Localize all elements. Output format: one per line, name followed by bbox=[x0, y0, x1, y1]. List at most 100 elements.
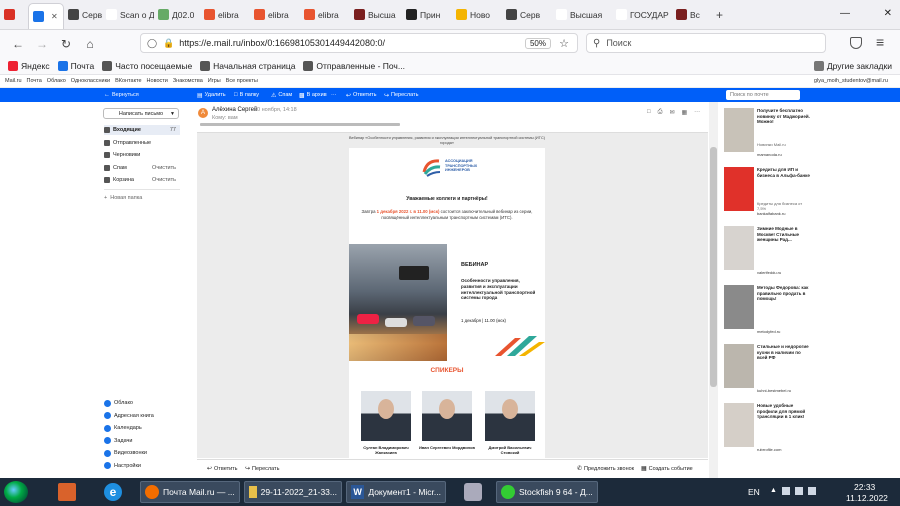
scrollbar-thumb[interactable] bbox=[710, 147, 717, 387]
scrollbar[interactable] bbox=[709, 102, 718, 478]
ad-item[interactable]: Методы Федорова: как правильно продать в… bbox=[724, 285, 810, 339]
browser-tab[interactable]: elibra bbox=[300, 0, 350, 29]
delete-button[interactable]: ▤ Удалить bbox=[197, 92, 226, 99]
browser-tab[interactable]: Высша bbox=[350, 0, 402, 29]
browser-tab[interactable]: Д02.0 bbox=[154, 0, 200, 29]
more-icon[interactable]: ··· bbox=[694, 109, 700, 116]
zoom-level[interactable]: 50% bbox=[524, 37, 551, 49]
folder-count[interactable]: Очистить bbox=[152, 177, 176, 183]
folder-item[interactable]: Спам Очистить bbox=[104, 163, 180, 173]
app-item[interactable]: Видеозвонки bbox=[104, 448, 147, 458]
footer-forward-button[interactable]: ↪ Переслать bbox=[245, 465, 279, 473]
ad-item[interactable]: Новые удобные профили для прямой трансля… bbox=[724, 403, 810, 457]
sender-name[interactable]: Алёхина Сергей bbox=[212, 107, 257, 113]
more-button[interactable]: ··· bbox=[331, 92, 337, 98]
home-icon[interactable]: ⌂ bbox=[80, 34, 100, 54]
star-icon[interactable]: ☆ bbox=[559, 37, 569, 50]
taskbar-item-firefox[interactable]: Почта Mail.ru — ... bbox=[140, 481, 240, 503]
portal-link[interactable]: Все проекты bbox=[226, 78, 258, 84]
bookmark-item[interactable]: Почта bbox=[57, 60, 94, 71]
volume-icon[interactable] bbox=[807, 487, 816, 495]
user-email[interactable]: glya_moih_studentov@mail.ru bbox=[814, 78, 888, 84]
forward-button[interactable]: → bbox=[32, 34, 52, 54]
bookmark-icon[interactable]: □ bbox=[647, 109, 651, 116]
browser-tab[interactable]: Высшая bbox=[552, 0, 612, 29]
clock-date[interactable]: 11.12.2022 bbox=[846, 493, 888, 503]
portal-link[interactable]: ВКонтакте bbox=[115, 78, 141, 84]
portal-link[interactable]: Облако bbox=[47, 78, 66, 84]
taskbar-item-folder[interactable]: 29-11-2022_21-33... bbox=[244, 481, 342, 503]
folder-item[interactable]: Черновики bbox=[104, 150, 180, 160]
offer-call-button[interactable]: ✆ Предложить звонок bbox=[577, 465, 634, 473]
browser-tab[interactable]: Scan o ДГ bbox=[102, 0, 154, 29]
back-to-inbox-button[interactable]: ← Вернуться bbox=[104, 92, 139, 98]
url-bar[interactable]: ◯ 🔒 https://e.mail.ru/inbox/0:1669810530… bbox=[140, 33, 578, 53]
browser-tab[interactable]: Ново bbox=[452, 0, 502, 29]
portal-link[interactable]: Почта bbox=[27, 78, 42, 84]
app-item[interactable]: Адресная книга bbox=[104, 411, 154, 421]
ie-icon[interactable]: e bbox=[104, 483, 122, 501]
language-indicator[interactable]: EN bbox=[748, 481, 760, 503]
compose-button[interactable]: Написать письмо ▼ bbox=[103, 108, 179, 119]
portal-link[interactable]: Mail.ru bbox=[5, 78, 22, 84]
new-tab-icon[interactable]: + bbox=[716, 8, 723, 22]
browser-tab[interactable] bbox=[0, 0, 28, 29]
footer-reply-button[interactable]: ↩ Ответить bbox=[207, 465, 238, 473]
forward-mail-button[interactable]: ↪ Переслать bbox=[384, 92, 418, 99]
shield-extension-icon[interactable] bbox=[850, 37, 862, 49]
app-item[interactable]: Настройки bbox=[104, 461, 141, 471]
bookmark-item[interactable]: Часто посещаемые bbox=[102, 60, 192, 71]
portal-link[interactable]: Знакомства bbox=[173, 78, 203, 84]
browser-tab[interactable]: ГОСУДАР bbox=[612, 0, 672, 29]
start-button[interactable] bbox=[4, 481, 28, 503]
mail-search-input[interactable]: Поиск по почте bbox=[726, 90, 800, 100]
bookmark-item[interactable]: Яндекс bbox=[8, 60, 50, 71]
create-event-button[interactable]: ▦ Создать событие bbox=[641, 465, 693, 473]
portal-link[interactable]: Одноклассники bbox=[71, 78, 110, 84]
move-to-folder-button[interactable]: □ В папку bbox=[234, 92, 259, 98]
chevron-down-icon[interactable]: ▼ bbox=[170, 111, 175, 117]
bookmark-item[interactable]: Отправленные - Поч... bbox=[303, 60, 405, 71]
archive-button[interactable]: ▩ В архив bbox=[299, 92, 327, 99]
mail-icon[interactable]: ✉ bbox=[669, 109, 674, 116]
menu-icon[interactable]: ≡ bbox=[876, 34, 884, 50]
browser-tab[interactable]: elibra bbox=[200, 0, 250, 29]
browser-search-input[interactable]: ⚲ Поиск bbox=[586, 33, 826, 53]
new-folder-button[interactable]: + Новая папка bbox=[104, 193, 180, 203]
portal-link[interactable]: Игры bbox=[208, 78, 221, 84]
tray-up-icon[interactable]: ▲ bbox=[770, 487, 777, 495]
close-window-icon[interactable]: ✕ bbox=[884, 8, 892, 19]
back-button[interactable]: ← bbox=[8, 34, 28, 54]
ad-item[interactable]: Кредиты для ИП и бизнеса в Альфа-банке Кр… bbox=[724, 167, 810, 221]
network-icon[interactable] bbox=[781, 487, 790, 495]
folder-item[interactable]: Входящие 77 bbox=[104, 125, 180, 135]
calendar-icon[interactable]: ▦ bbox=[681, 109, 687, 116]
ad-item[interactable]: Зимние Модные в Москве! Стильные женщины… bbox=[724, 226, 810, 280]
app-item[interactable]: Облако bbox=[104, 398, 133, 408]
app-icon[interactable] bbox=[464, 483, 482, 501]
other-bookmarks[interactable]: Другие закладки bbox=[813, 60, 892, 71]
folder-item[interactable]: Отправленные bbox=[104, 138, 180, 148]
close-icon[interactable]: ✕ bbox=[51, 12, 58, 21]
clock-time[interactable]: 22:33 bbox=[854, 482, 875, 492]
browser-tab[interactable]: Вс bbox=[672, 0, 712, 29]
browser-tab[interactable]: Серв bbox=[64, 0, 102, 29]
folder-item[interactable]: Корзина Очистить bbox=[104, 175, 180, 185]
media-player-icon[interactable] bbox=[58, 483, 76, 501]
browser-tab[interactable]: elibra bbox=[250, 0, 300, 29]
ad-item[interactable]: Получите бесплатно новинку от Маджорией.… bbox=[724, 108, 810, 162]
bookmark-item[interactable]: Начальная страница bbox=[200, 60, 295, 71]
portal-link[interactable]: Новости bbox=[147, 78, 168, 84]
reply-button[interactable]: ↩ Ответить bbox=[346, 92, 377, 99]
app-item[interactable]: Календарь bbox=[104, 423, 142, 433]
browser-tab[interactable]: ✕ bbox=[28, 2, 64, 29]
spam-button[interactable]: ⚠ Спам bbox=[271, 92, 292, 99]
folder-count[interactable]: Очистить bbox=[152, 165, 176, 171]
ad-item[interactable]: Стильные и недорогие кухни в наличии по … bbox=[724, 344, 810, 398]
app-item[interactable]: Задачи bbox=[104, 436, 132, 446]
flag-icon[interactable] bbox=[794, 487, 803, 495]
minimize-icon[interactable]: — bbox=[840, 8, 850, 19]
browser-tab[interactable]: Прин bbox=[402, 0, 452, 29]
print-icon[interactable]: ⎙ bbox=[658, 109, 663, 116]
taskbar-item-stockfish[interactable]: Stockfish 9 64 - Д... bbox=[496, 481, 598, 503]
